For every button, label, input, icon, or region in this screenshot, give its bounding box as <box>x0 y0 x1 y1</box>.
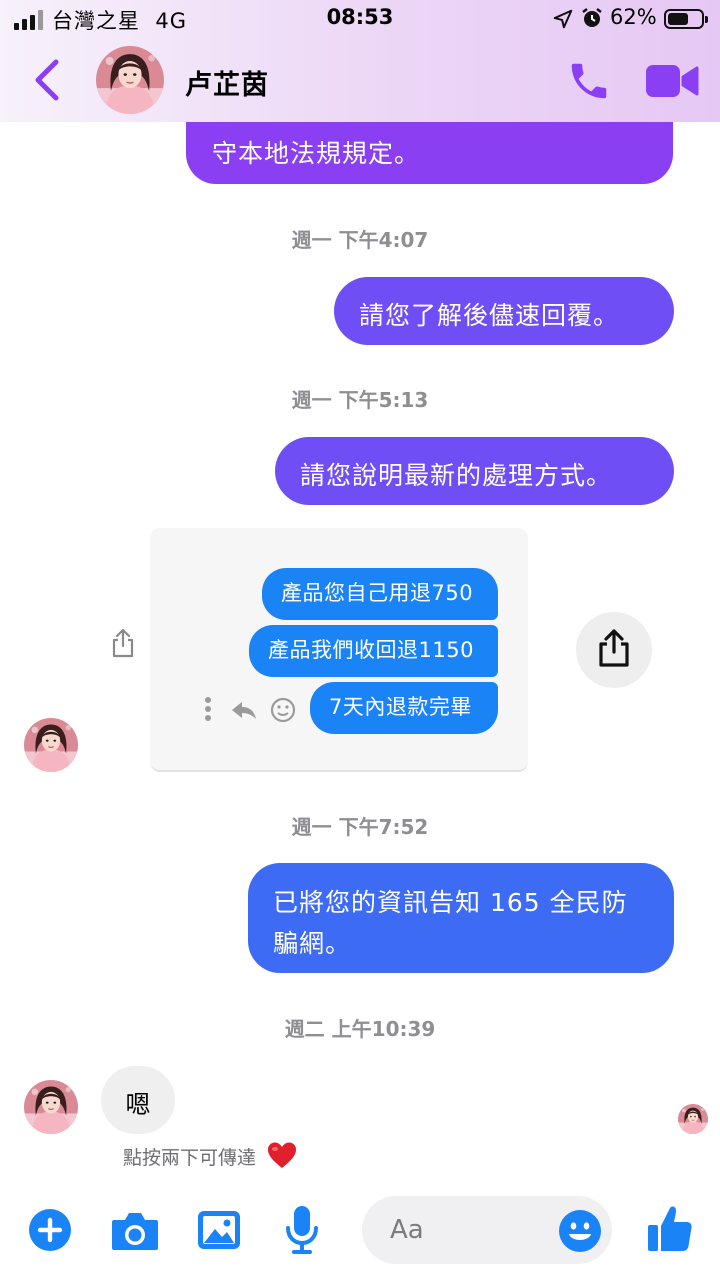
message-timestamp: 週一 下午7:52 <box>291 815 429 839</box>
emoji-icon[interactable] <box>558 1209 602 1253</box>
sent-message-line: 已將您的資訊告知 165 全民防 <box>273 888 628 917</box>
message-timestamp: 週一 下午4:07 <box>291 228 429 252</box>
more-vertical-icon <box>205 697 211 721</box>
image-inner-message: 產品我們收回退1150 <box>249 625 498 677</box>
contact-avatar-small[interactable] <box>24 1080 78 1134</box>
reply-icon <box>232 702 256 719</box>
share-icon <box>599 629 629 667</box>
message-input-wrapper <box>362 1196 612 1264</box>
chevron-left-icon[interactable] <box>32 58 62 102</box>
sent-message[interactable]: 已將您的資訊告知 165 全民防 騙網。 <box>248 863 674 973</box>
battery-level-fill <box>668 13 688 25</box>
share-button[interactable] <box>576 612 652 688</box>
video-camera-icon[interactable] <box>644 62 700 100</box>
message-timestamp: 週一 下午5:13 <box>291 388 429 412</box>
emoji-reaction-icon <box>270 697 296 722</box>
heart-icon[interactable] <box>266 1140 298 1170</box>
battery-percent: 62% <box>610 5 657 29</box>
message-actions-icons <box>205 697 296 722</box>
plus-icon[interactable] <box>28 1208 72 1252</box>
message-composer <box>0 1180 720 1280</box>
shared-image-message[interactable]: 產品您自己用退750 產品我們收回退1150 7天內退款完畢 <box>150 528 528 772</box>
location-icon <box>553 9 573 29</box>
phone-icon[interactable] <box>566 58 612 104</box>
status-bar: 台灣之星 4G 08:53 62% <box>0 0 720 40</box>
microphone-icon[interactable] <box>284 1204 320 1256</box>
conversation-header: 台灣之星 4G 08:53 62% 卢芷茵 <box>0 0 720 122</box>
message-input[interactable] <box>390 1210 560 1250</box>
received-message[interactable]: 嗯 <box>101 1066 175 1134</box>
battery-icon <box>664 9 708 29</box>
contact-name[interactable]: 卢芷茵 <box>185 63 269 102</box>
share-icon[interactable] <box>110 628 136 658</box>
image-icon[interactable] <box>196 1208 242 1252</box>
sent-message-line: 騙網。 <box>273 929 352 958</box>
alarm-icon <box>582 8 602 27</box>
image-inner-message: 產品您自己用退750 <box>262 568 498 620</box>
contact-avatar[interactable] <box>96 46 164 114</box>
contact-avatar-small[interactable] <box>24 718 78 772</box>
message-timestamp: 週二 上午10:39 <box>284 1017 436 1041</box>
camera-icon[interactable] <box>110 1210 160 1252</box>
reaction-hint: 點按兩下可傳達 <box>123 1147 257 1169</box>
sent-message[interactable]: 請您說明最新的處理方式。 <box>275 437 674 505</box>
sent-message[interactable]: 請您了解後儘速回覆。 <box>334 277 674 345</box>
thumbs-up-icon[interactable] <box>646 1204 694 1254</box>
read-receipt-avatar <box>678 1104 708 1134</box>
image-inner-message: 7天內退款完畢 <box>310 682 498 734</box>
